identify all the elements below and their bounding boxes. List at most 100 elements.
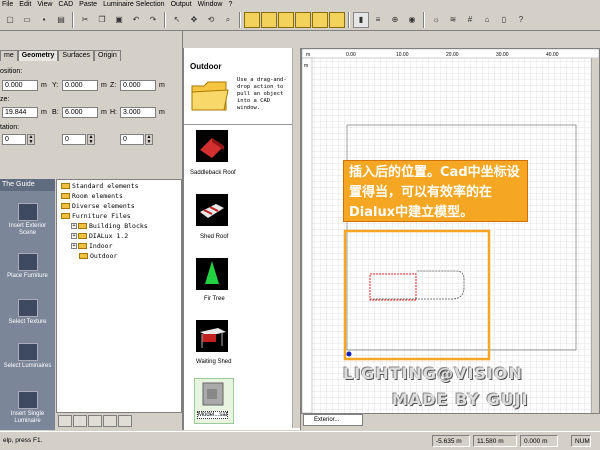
cad-window[interactable]: m 0.00 10.00 20.00 30.00 40.00 m <box>301 48 600 414</box>
rotation-y-field[interactable]: 0 <box>62 134 86 145</box>
menu-file[interactable]: File <box>2 0 13 9</box>
print-icon[interactable]: ▤ <box>53 11 69 28</box>
zoom-icon[interactable]: ⌕ <box>220 11 236 28</box>
model-sat-thumbnail[interactable]: Model...sat <box>194 378 234 424</box>
expand-icon[interactable]: + <box>71 243 77 249</box>
cut-icon[interactable]: ✂ <box>77 11 93 28</box>
menu-luminaire-selection[interactable]: Luminaire Selection <box>103 0 164 9</box>
view-front-icon[interactable] <box>278 11 294 28</box>
tree-item[interactable]: Room elements <box>61 192 123 201</box>
z-field[interactable]: 0.000 <box>120 80 156 91</box>
menu-output[interactable]: Output <box>171 0 192 9</box>
copy-icon[interactable]: ❐ <box>94 11 110 28</box>
move-icon[interactable]: ✥ <box>186 11 202 28</box>
tree-item[interactable]: Furniture Files <box>61 212 131 221</box>
ruler-unit-left: m <box>304 63 308 69</box>
catalog-scrollbar[interactable] <box>292 48 300 428</box>
origin-marker <box>346 351 352 357</box>
view-layout-icon[interactable] <box>312 11 328 28</box>
dwg-import-icon[interactable]: ≡ <box>370 11 386 28</box>
guide-select-texture[interactable]: Select Texture <box>0 299 55 326</box>
view-side-icon[interactable] <box>295 11 311 28</box>
menu-view[interactable]: View <box>37 0 52 9</box>
rotate-icon[interactable]: ⟲ <box>203 11 219 28</box>
ruler-tick-0: 0.00 <box>346 52 356 58</box>
single-luminaire-icon <box>17 391 38 409</box>
menu-cad[interactable]: CAD <box>58 0 73 9</box>
tab-wizard-icon[interactable] <box>118 415 132 427</box>
cad-canvas[interactable]: m 0.00 10.00 20.00 30.00 40.00 m <box>301 48 600 414</box>
rotation-x-field[interactable]: 0 <box>2 134 26 145</box>
rotation-z-field[interactable]: 0 <box>120 134 144 145</box>
height-field[interactable]: 3.000 <box>120 107 156 118</box>
guide-insert-single-luminaire[interactable]: Insert Single Luminaire <box>0 391 55 425</box>
camera-icon[interactable]: ◉ <box>404 11 420 28</box>
waiting-shed-label: Waiting Shed <box>196 359 232 365</box>
calculate-icon[interactable]: ▮ <box>353 11 369 28</box>
tab-name[interactable]: me <box>0 50 18 61</box>
tab-colors-icon[interactable] <box>73 415 87 427</box>
isoline-icon[interactable]: ≋ <box>445 11 461 28</box>
x-field[interactable]: 0.000 <box>2 80 38 91</box>
menu-edit[interactable]: Edit <box>19 0 31 9</box>
tab-luminaires-icon[interactable] <box>88 415 102 427</box>
tab-surfaces[interactable]: Surfaces <box>58 50 95 61</box>
menu-window[interactable]: Window <box>198 0 223 9</box>
tab-outputs-icon[interactable] <box>103 415 117 427</box>
watermark-lighting: LIGHTING@VISION <box>343 364 523 383</box>
shed-roof-thumbnail[interactable] <box>196 194 228 226</box>
fir-tree-thumbnail[interactable] <box>196 258 228 290</box>
length-field[interactable]: 19.844 <box>2 107 38 118</box>
menu-paste[interactable]: Paste <box>79 0 97 9</box>
redo-icon[interactable]: ↷ <box>145 11 161 28</box>
grid-icon[interactable]: # <box>462 11 478 28</box>
canvas-scrollbar[interactable] <box>591 58 599 413</box>
x-unit: m <box>41 82 47 89</box>
expand-icon[interactable]: + <box>71 233 77 239</box>
position-label: osition: <box>0 68 23 75</box>
lock-icon[interactable]: ⌂ <box>479 11 495 28</box>
document-tab-exterior[interactable]: Exterior... <box>303 414 363 426</box>
guide-select-luminaires[interactable]: Select Luminaires <box>0 343 55 370</box>
expand-icon[interactable]: + <box>71 223 77 229</box>
saddleback-roof-label: Saddleback Roof <box>190 170 236 176</box>
tab-origin[interactable]: Origin <box>94 50 121 61</box>
paste-icon[interactable]: ▣ <box>111 11 127 28</box>
saddleback-roof-thumbnail[interactable] <box>196 130 228 162</box>
tab-objects-icon[interactable] <box>58 415 72 427</box>
help-icon[interactable]: ? <box>513 11 529 28</box>
rotation-x-spinner-icon[interactable]: ▲ ▼ <box>27 134 35 145</box>
properties-icon[interactable]: ▯ <box>496 11 512 28</box>
tree-item[interactable]: Standard elements <box>61 182 139 191</box>
undo-icon[interactable]: ↶ <box>128 11 144 28</box>
rotation-z-spinner-icon[interactable]: ▲ ▼ <box>145 134 153 145</box>
tree-item[interactable]: + Indoor <box>71 242 112 251</box>
z-unit: m <box>159 82 165 89</box>
furniture-icon <box>17 253 38 271</box>
open-folder-icon[interactable]: ▭ <box>19 11 35 28</box>
light-scene-icon[interactable]: ☼ <box>428 11 444 28</box>
menu-help[interactable]: ? <box>228 0 232 9</box>
tree-item[interactable]: + Building Blocks <box>71 222 148 231</box>
new-file-icon[interactable]: ▢ <box>2 11 18 28</box>
tab-geometry[interactable]: Geometry <box>17 50 59 61</box>
panel-switch-tabs <box>56 413 182 430</box>
toolbar-separator <box>72 11 74 28</box>
tree-item[interactable]: Outdoor <box>79 252 117 261</box>
tree-item[interactable]: + DIALux 1.2 <box>71 232 128 241</box>
guide-place-furniture[interactable]: Place Furniture <box>0 253 55 280</box>
rotation-y-spinner-icon[interactable]: ▲ ▼ <box>87 134 95 145</box>
folder-icon <box>61 183 70 189</box>
view-top-icon[interactable] <box>261 11 277 28</box>
luminaire-icon[interactable]: ⊕ <box>387 11 403 28</box>
waiting-shed-thumbnail[interactable] <box>196 320 228 352</box>
save-icon[interactable]: ▪ <box>36 11 52 28</box>
menu-bar: File Edit View CAD Paste Luminaire Selec… <box>0 0 600 9</box>
tree-item[interactable]: Diverse elements <box>61 202 135 211</box>
y-field[interactable]: 0.000 <box>62 80 98 91</box>
pointer-icon[interactable]: ↖ <box>169 11 185 28</box>
guide-insert-exterior-scene[interactable]: Insert Exterior Scene <box>0 203 55 237</box>
view-render-icon[interactable] <box>329 11 345 28</box>
view-3d-icon[interactable] <box>244 11 260 28</box>
width-field[interactable]: 6.000 <box>62 107 98 118</box>
